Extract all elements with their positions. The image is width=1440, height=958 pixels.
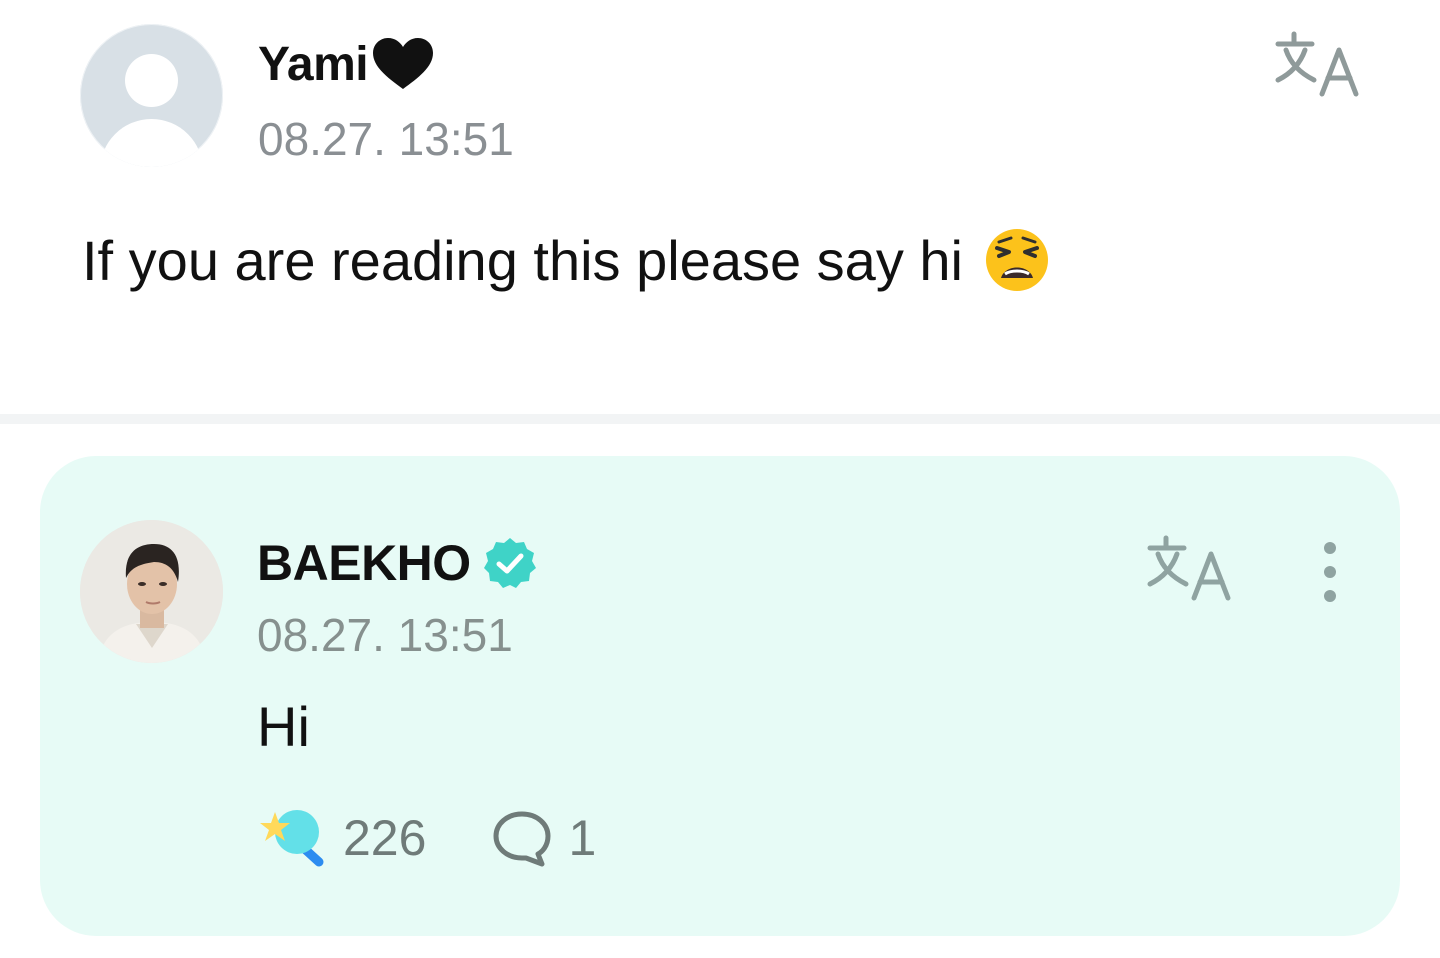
black-heart-icon xyxy=(373,38,434,89)
comment-count: 1 xyxy=(568,810,597,866)
post-author[interactable]: Yami xyxy=(258,36,436,92)
section-divider xyxy=(0,414,1440,424)
post-text: If you are reading this please say hi xyxy=(82,228,963,292)
verified-badge-icon xyxy=(483,538,536,588)
star-wand-icon[interactable] xyxy=(257,808,327,868)
reply-author-name: BAEKHO xyxy=(257,535,471,591)
artist-reply-card: BAEKHO 08.27. 13:51 Hi 226 1 xyxy=(40,456,1400,936)
translate-icon[interactable] xyxy=(1144,532,1234,602)
reply-author[interactable]: BAEKHO xyxy=(257,534,537,592)
fan-post-thread: Yami 08.27. 13:51 If you are reading thi… xyxy=(0,0,1440,958)
boost-count: 226 xyxy=(343,810,427,866)
comment-bubble-icon[interactable] xyxy=(490,808,554,868)
post-body: If you are reading this please say hi xyxy=(82,226,1051,294)
weary-face-emoji-icon xyxy=(985,229,1048,291)
reply-stats: 226 1 xyxy=(257,808,596,868)
fan-post: Yami 08.27. 13:51 If you are reading thi… xyxy=(0,0,1440,416)
artist-avatar[interactable] xyxy=(80,520,223,663)
default-avatar-icon[interactable] xyxy=(80,24,223,167)
reply-text: Hi xyxy=(257,695,310,758)
post-author-name: Yami xyxy=(258,37,369,91)
reply-timestamp: 08.27. 13:51 xyxy=(257,609,513,661)
more-vertical-icon[interactable] xyxy=(1312,540,1348,604)
translate-icon[interactable] xyxy=(1272,28,1362,98)
post-timestamp: 08.27. 13:51 xyxy=(258,113,514,165)
